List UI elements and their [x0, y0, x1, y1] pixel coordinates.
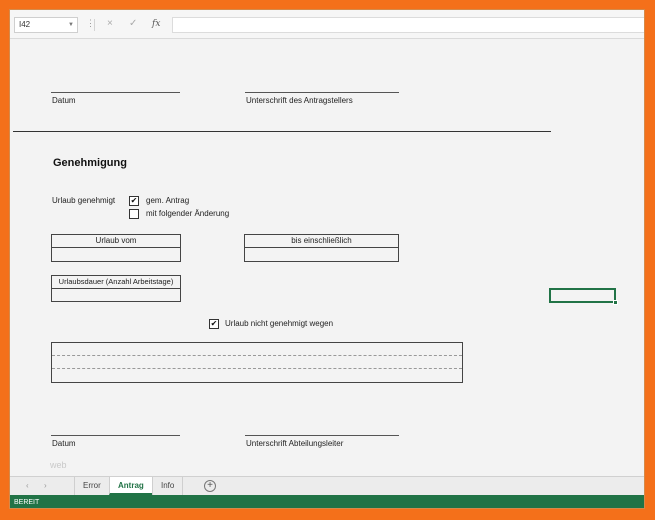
approved-as-requested-label: gem. Antrag [146, 196, 190, 205]
vacation-duration-label: Urlaubsdauer (Anzahl Arbeitstage) [52, 276, 180, 289]
not-approved-label: Urlaub nicht genehmigt wegen [225, 319, 334, 328]
previous-sheet-icon[interactable]: ‹ [26, 481, 29, 490]
fill-handle[interactable] [613, 300, 618, 305]
status-bar: BEREIT [10, 495, 644, 508]
chevron-down-icon[interactable]: ▼ [68, 18, 74, 32]
worksheet-grid[interactable]: Datum Unterschrift des Antragstellers Ge… [10, 40, 644, 476]
sheet-tab-antrag[interactable]: Antrag [109, 477, 152, 495]
watermark-text: web [50, 460, 67, 470]
manager-signature-label: Unterschrift Abteilungsleiter [246, 439, 344, 448]
section-title: Genehmigung [53, 157, 127, 169]
name-box-value: I42 [19, 20, 31, 29]
formula-bar: I42 ▼ ⋮ × ✓ fx [10, 10, 644, 39]
spreadsheet-window: I42 ▼ ⋮ × ✓ fx Datum Unterschrift des An… [9, 9, 645, 509]
sheet-tab-info[interactable]: Info [152, 477, 184, 495]
vacation-from-label: Urlaub vom [52, 235, 180, 248]
approved-with-changes-label: mit folgender Änderung [146, 209, 230, 218]
vacation-duration-box: Urlaubsdauer (Anzahl Arbeitstage) [51, 275, 181, 302]
insert-function-icon[interactable]: fx [152, 18, 160, 30]
sheet-tab-bar: ‹ › Error Antrag Info + [10, 476, 644, 495]
date-label: Datum [52, 96, 76, 105]
approval-label: Urlaub genehmigt [52, 196, 116, 205]
formula-bar-separator [94, 19, 95, 31]
approved-with-changes-checkbox[interactable] [129, 209, 139, 219]
add-sheet-icon[interactable]: + [204, 480, 216, 492]
enter-icon[interactable]: ✓ [129, 18, 137, 30]
cancel-icon[interactable]: × [107, 18, 113, 30]
rejection-reason-box [51, 342, 463, 383]
vacation-until-label: bis einschließlich [245, 235, 398, 248]
applicant-signature-label: Unterschrift des Antragstellers [246, 96, 353, 105]
formula-input[interactable] [172, 17, 644, 33]
manager-signature-line [245, 435, 399, 436]
name-box[interactable]: I42 ▼ [14, 17, 78, 33]
reason-line [52, 355, 462, 356]
next-sheet-icon[interactable]: › [44, 481, 47, 490]
date-signature-line [51, 92, 180, 93]
sheet-tab-error[interactable]: Error [74, 477, 109, 495]
reason-line [52, 368, 462, 369]
applicant-signature-line [245, 92, 399, 93]
vacation-from-box: Urlaub vom [51, 234, 181, 262]
date-signature-line [51, 435, 180, 436]
approved-as-requested-checkbox[interactable]: ✔ [129, 196, 139, 206]
section-divider [13, 131, 551, 132]
not-approved-checkbox[interactable]: ✔ [209, 319, 219, 329]
date-label: Datum [52, 439, 76, 448]
vacation-until-box: bis einschließlich [244, 234, 399, 262]
selected-cell[interactable] [549, 288, 618, 305]
